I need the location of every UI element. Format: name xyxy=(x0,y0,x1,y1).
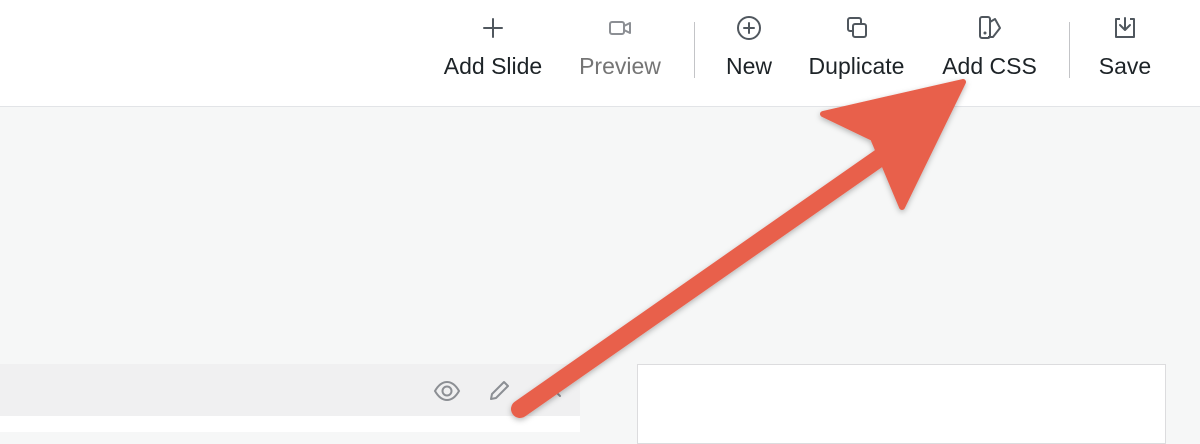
add-css-button[interactable]: Add CSS xyxy=(939,14,1040,88)
new-button[interactable]: New xyxy=(723,14,775,88)
duplicate-label: Duplicate xyxy=(808,53,905,79)
duplicate-button[interactable]: Duplicate xyxy=(802,14,911,88)
slide-panel-body xyxy=(0,416,580,432)
preview-label: Preview xyxy=(579,53,661,79)
preview-button[interactable]: Preview xyxy=(575,14,665,88)
copy-icon xyxy=(843,14,871,42)
video-camera-icon xyxy=(606,14,634,42)
add-css-label: Add CSS xyxy=(942,53,1037,79)
new-label: New xyxy=(725,53,772,79)
save-label: Save xyxy=(1098,53,1152,79)
plus-circle-icon xyxy=(735,14,763,42)
add-slide-button[interactable]: Add Slide xyxy=(439,14,547,88)
chevron-left-icon[interactable] xyxy=(549,377,565,405)
save-button[interactable]: Save xyxy=(1097,14,1153,88)
css-style-icon xyxy=(976,14,1004,42)
slide-preview-card xyxy=(637,364,1166,444)
download-tray-icon xyxy=(1111,14,1139,42)
add-slide-label: Add Slide xyxy=(443,53,543,79)
eye-icon[interactable] xyxy=(433,377,461,405)
toolbar-divider xyxy=(1069,22,1070,78)
top-toolbar: Add Slide Preview New Duplicate Add CSS … xyxy=(0,0,1200,106)
pencil-icon[interactable] xyxy=(485,377,513,405)
toolbar-divider xyxy=(694,22,695,78)
plus-icon xyxy=(479,14,507,42)
